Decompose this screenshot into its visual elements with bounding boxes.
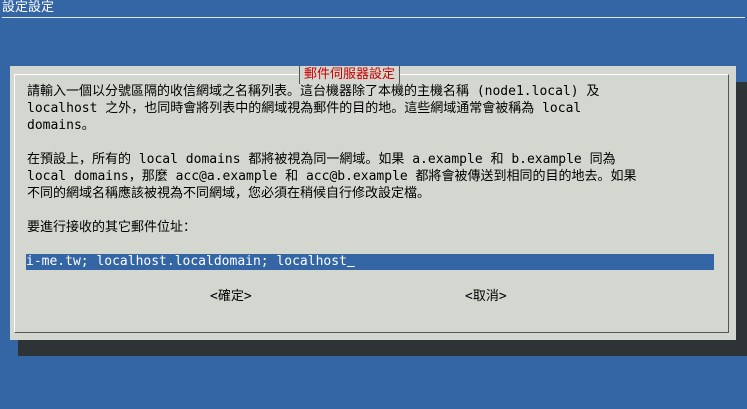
mail-server-dialog: 郵件伺服器設定 請輸入一個以分號區隔的收信網域之名稱列表。這台機器除了本機的主機…: [10, 66, 736, 340]
text-cursor: [347, 254, 355, 269]
other-destinations-input[interactable]: i-me.tw; localhost.localdomain; localhos…: [26, 254, 714, 270]
backtitle: 設定設定: [2, 0, 55, 15]
description-line-2: localhost 之外，也同時會將列表中的網域視為郵件的目的地。這些網域通常會…: [27, 101, 582, 116]
cancel-button[interactable]: <取消>: [465, 288, 507, 306]
description-line-6: 不同的網域名稱應該被視為不同網域，您必須在稍候自行修改設定檔。: [27, 186, 431, 201]
input-value: i-me.tw; localhost.localdomain; localhos…: [26, 254, 347, 269]
backtitle-divider: [2, 17, 745, 18]
description-line-4: 在預設上，所有的 local domains 都將被視為同一網域。如果 a.ex…: [27, 152, 616, 167]
ok-button[interactable]: <確定>: [210, 288, 252, 306]
description-line-5: local domains，那麼 acc@a.example 和 acc@b.e…: [27, 169, 637, 184]
dialog-title: 郵件伺服器設定: [304, 67, 396, 82]
description-line-1: 請輸入一個以分號區隔的收信網域之名稱列表。這台機器除了本機的主機名稱 (node…: [27, 84, 600, 99]
description-line-3: domains。: [27, 118, 95, 133]
input-prompt: 要進行接收的其它郵件位址：: [27, 220, 197, 235]
dialog-title-box: 郵件伺服器設定: [299, 66, 401, 84]
